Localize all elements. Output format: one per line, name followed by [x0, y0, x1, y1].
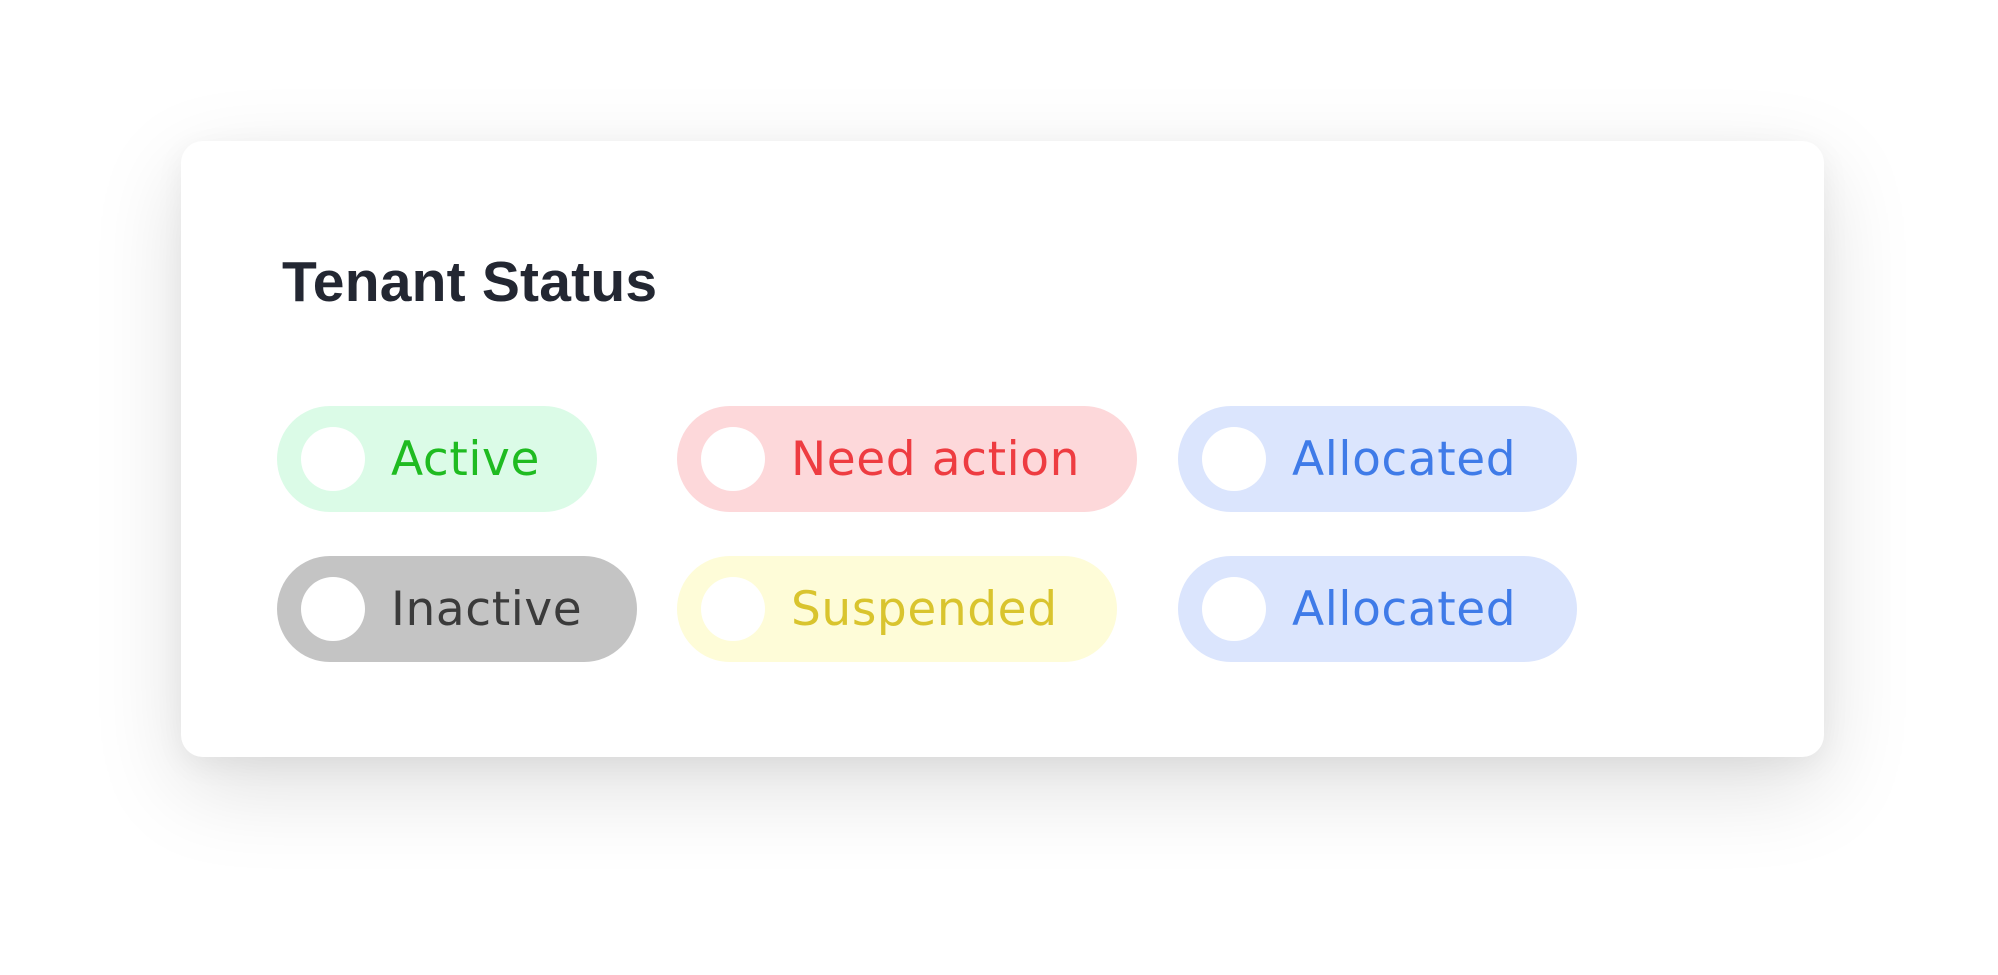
status-label: Active: [391, 431, 540, 487]
status-pill-need-action[interactable]: Need action: [677, 406, 1137, 512]
status-label: Allocated: [1292, 431, 1517, 487]
toggle-knob-icon: [1202, 577, 1266, 641]
tenant-status-card: Tenant Status Active Need action Allocat…: [181, 141, 1824, 757]
page-background: Tenant Status Active Need action Allocat…: [0, 0, 1998, 975]
toggle-knob-icon: [1202, 427, 1266, 491]
toggle-knob-icon: [701, 427, 765, 491]
status-pill-allocated-2[interactable]: Allocated: [1178, 556, 1577, 662]
toggle-knob-icon: [701, 577, 765, 641]
status-pill-active[interactable]: Active: [277, 406, 597, 512]
status-pill-allocated[interactable]: Allocated: [1178, 406, 1577, 512]
status-label: Suspended: [791, 581, 1058, 637]
toggle-knob-icon: [301, 577, 365, 641]
status-label: Need action: [791, 431, 1081, 487]
toggle-knob-icon: [301, 427, 365, 491]
card-title: Tenant Status: [282, 250, 658, 314]
status-label: Inactive: [391, 581, 583, 637]
status-label: Allocated: [1292, 581, 1517, 637]
status-pill-inactive[interactable]: Inactive: [277, 556, 637, 662]
status-pill-suspended[interactable]: Suspended: [677, 556, 1117, 662]
